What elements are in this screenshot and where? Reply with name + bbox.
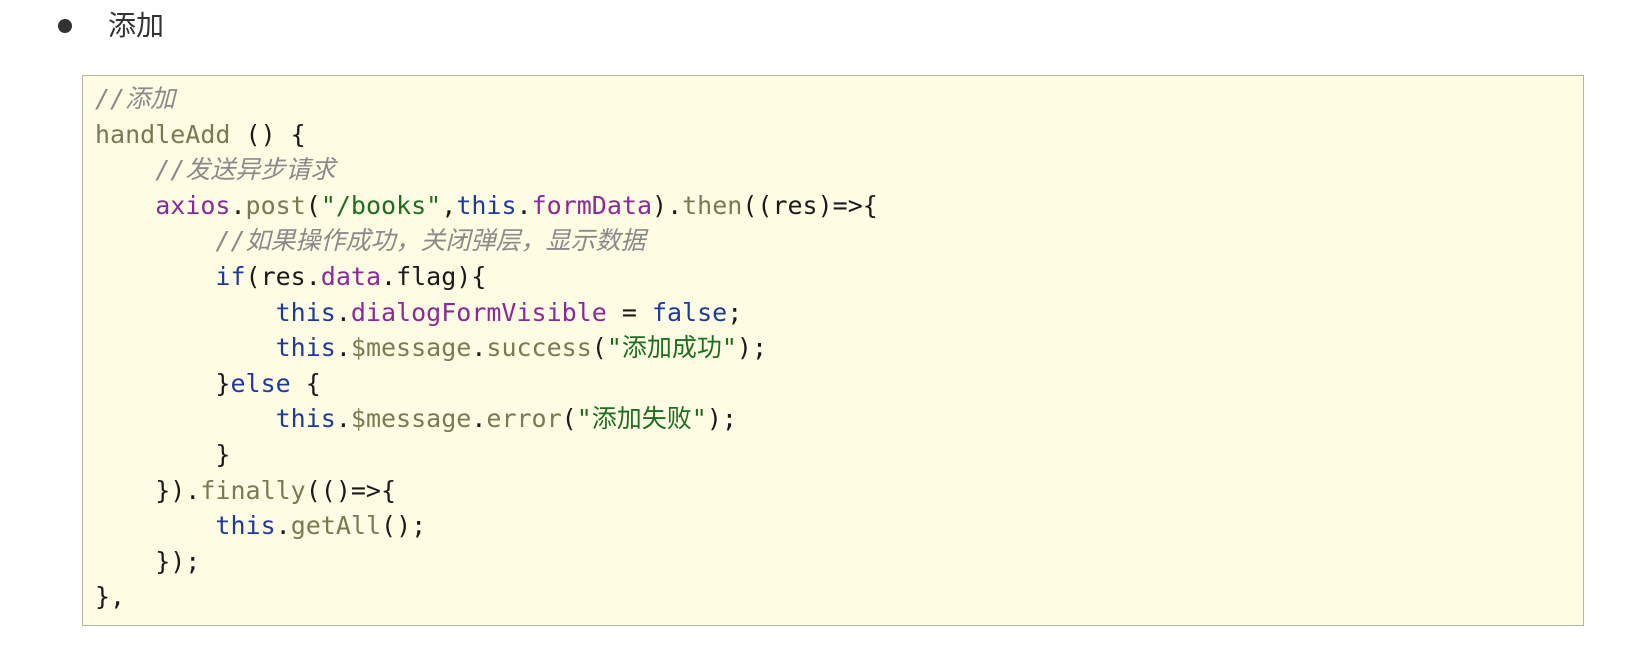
code-token-plain: ). [652,190,683,220]
code-line: }); [95,544,878,580]
code-content: //添加 handleAdd () { //发送异步请求 axios.post("… [95,81,878,615]
code-token-plain: (); [381,511,427,541]
code-token-kw: this [275,297,336,327]
code-token-fn: getAll [290,511,382,541]
code-line: } [95,437,878,473]
code-token-plain: () { [230,119,306,149]
code-token-kw: if [215,261,246,291]
code-token-plain: (()=>{ [305,475,397,505]
code-token-plain: ); [736,333,768,363]
code-line: this.$message.success("添加成功"); [95,330,878,366]
code-token-plain: . [516,190,532,220]
code-token-plain: . [335,297,351,327]
code-token-plain: ( [591,333,607,363]
code-line: axios.post("/books",this.formData).then(… [95,188,878,224]
code-token-plain: . [471,333,487,363]
code-token-kw: this [275,333,336,363]
code-token-fn: then [682,190,743,220]
bullet-item: 添加 [58,6,164,46]
code-token-plain: } [95,439,231,469]
code-token-plain: }). [95,475,201,505]
code-token-plain: . [335,333,351,363]
code-token-str: "添加失败" [576,404,707,434]
code-line: this.$message.error("添加失败"); [95,401,878,437]
code-token-plain: ((res)=>{ [742,190,878,220]
code-token-prop: formData [531,190,653,220]
code-token-plain: ( [561,404,577,434]
code-token-plain: . [275,511,291,541]
code-token-fn: post [245,190,306,220]
code-token-plain: .flag){ [381,261,487,291]
code-block: //添加 handleAdd () { //发送异步请求 axios.post("… [82,75,1584,626]
code-token-plain: (res. [245,261,321,291]
code-token-fn: success [486,333,592,363]
code-line: }, [95,579,878,615]
code-token-plain: . [230,190,246,220]
bullet-icon [58,19,72,33]
code-token-plain: . [335,404,351,434]
code-line: this.getAll(); [95,508,878,544]
code-token-kw: else [230,368,291,398]
code-token-comment: //发送异步请求 [155,155,336,185]
code-token-str: "/books" [320,190,442,220]
code-token-fn: error [486,404,562,434]
code-token-fn: $message [350,404,472,434]
code-line: handleAdd () { [95,117,878,153]
code-line: }else { [95,366,878,402]
code-token-plain: = [606,297,652,327]
code-token-kw: this [275,404,336,434]
code-token-fn: finally [200,475,306,505]
code-token-plain: }); [95,546,201,576]
code-token-fn: $message [350,333,472,363]
code-line: }).finally(()=>{ [95,473,878,509]
code-line: //如果操作成功，关闭弹层，显示数据 [95,223,878,259]
code-token-prop: dialogFormVisible [350,297,607,327]
code-token-fn: handleAdd [95,119,231,149]
code-line: //发送异步请求 [95,152,878,188]
code-token-plain: ( [305,190,321,220]
code-token-plain: , [441,190,457,220]
code-token-kw: this [215,511,276,541]
code-token-plain: } [95,368,231,398]
code-token-plain: ; [727,297,743,327]
code-token-comment: //添加 [95,84,176,113]
code-token-kw: false [651,297,728,327]
code-line: this.dialogFormVisible = false; [95,295,878,331]
code-token-prop: data [320,261,382,291]
code-token-obj: axios [155,190,231,220]
code-token-kw: this [456,190,517,220]
code-token-plain: . [471,404,487,434]
bullet-label: 添加 [108,9,165,42]
code-line: if(res.data.flag){ [95,259,878,295]
code-token-comment: //如果操作成功，关闭弹层，显示数据 [215,226,646,256]
code-line: //添加 [95,81,878,117]
code-token-plain: }, [95,582,126,612]
code-token-plain: ); [706,404,737,434]
code-token-plain: { [290,368,321,398]
code-token-str: "添加成功" [606,333,737,363]
